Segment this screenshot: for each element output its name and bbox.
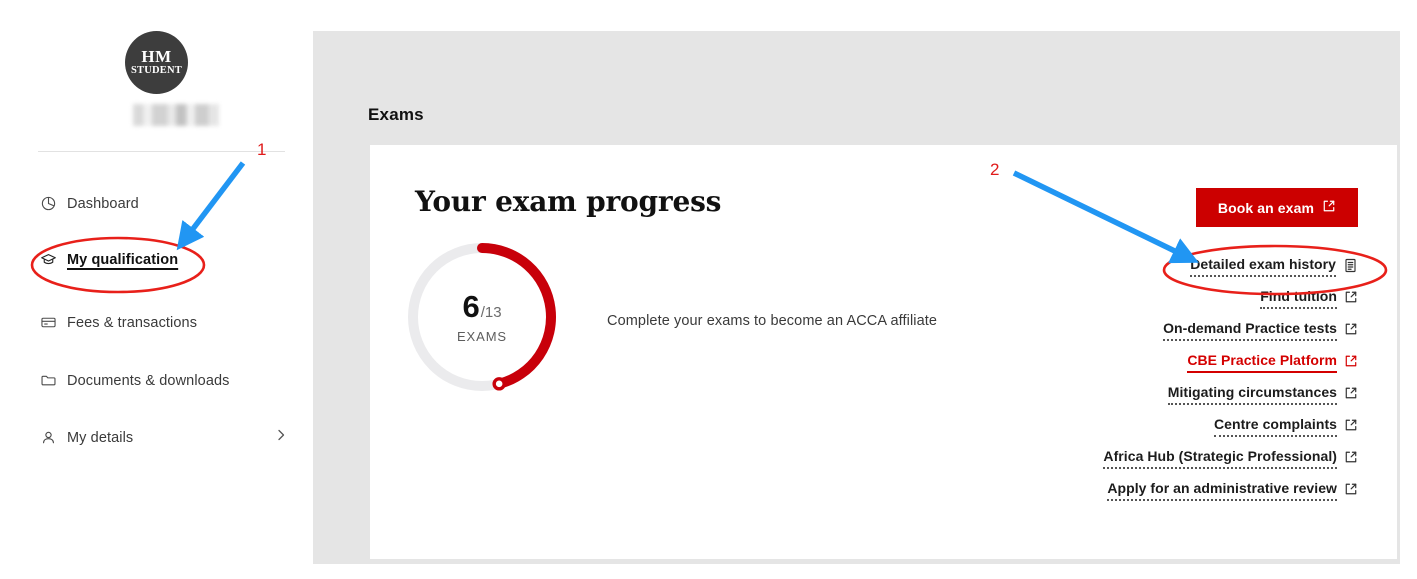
link-centre-complaints[interactable]: Centre complaints bbox=[1214, 416, 1358, 437]
link-label: Centre complaints bbox=[1214, 416, 1337, 437]
card-heading: Your exam progress bbox=[415, 185, 722, 218]
avatar-container: HM STUDENT bbox=[0, 31, 313, 94]
sidebar-item-my-details[interactable]: My details bbox=[40, 429, 133, 446]
progress-current-value: 6 bbox=[462, 288, 480, 324]
external-link-icon bbox=[1322, 199, 1336, 216]
sidebar-item-label: Documents & downloads bbox=[67, 372, 230, 389]
book-an-exam-label: Book an exam bbox=[1217, 199, 1314, 216]
avatar[interactable]: HM STUDENT bbox=[125, 31, 188, 94]
link-administrative-review[interactable]: Apply for an administrative review bbox=[1107, 480, 1358, 501]
external-link-icon bbox=[1344, 290, 1358, 307]
exam-progress-card: Your exam progress 6 /13 EXAMS Complete … bbox=[370, 145, 1397, 559]
document-list-icon bbox=[1343, 258, 1358, 276]
link-detailed-exam-history[interactable]: Detailed exam history bbox=[1190, 256, 1358, 277]
sidebar-item-label: My details bbox=[67, 429, 134, 446]
link-label: CBE Practice Platform bbox=[1187, 352, 1337, 373]
chevron-right-icon[interactable] bbox=[274, 428, 288, 442]
external-link-icon bbox=[1344, 386, 1358, 403]
sidebar-item-fees-transactions[interactable]: Fees & transactions bbox=[40, 314, 197, 331]
graduation-cap-icon bbox=[40, 251, 57, 268]
link-mitigating-circumstances[interactable]: Mitigating circumstances bbox=[1167, 384, 1358, 405]
external-link-icon bbox=[1344, 322, 1358, 339]
link-cbe-practice-platform[interactable]: CBE Practice Platform bbox=[1187, 352, 1358, 373]
link-label: Detailed exam history bbox=[1190, 256, 1336, 277]
annotation-number-1: 1 bbox=[257, 140, 267, 159]
person-icon bbox=[40, 429, 57, 446]
progress-ring-center-label: 6 /13 EXAMS bbox=[402, 237, 562, 397]
sidebar-divider bbox=[38, 151, 285, 152]
annotation-number-2: 2 bbox=[990, 160, 1000, 179]
pie-chart-icon bbox=[40, 195, 57, 212]
external-link-icon bbox=[1344, 482, 1358, 499]
sidebar-item-dashboard[interactable]: Dashboard bbox=[40, 195, 139, 212]
link-label: Africa Hub (Strategic Professional) bbox=[1103, 448, 1337, 469]
left-sidebar: HM STUDENT Dashboard My qualification Fe… bbox=[0, 0, 313, 579]
link-label: Apply for an administrative review bbox=[1107, 480, 1337, 501]
progress-unit-label: EXAMS bbox=[456, 328, 507, 344]
progress-count: 6 /13 bbox=[462, 291, 501, 322]
folder-icon bbox=[40, 372, 57, 389]
link-on-demand-practice-tests[interactable]: On-demand Practice tests bbox=[1163, 320, 1358, 341]
external-link-icon bbox=[1344, 418, 1358, 435]
page-title: Exams bbox=[368, 105, 424, 124]
avatar-initials: HM bbox=[141, 47, 172, 67]
sidebar-item-my-qualification[interactable]: My qualification bbox=[40, 251, 178, 268]
sidebar-item-label: Dashboard bbox=[67, 195, 139, 212]
progress-total-value: /13 bbox=[480, 303, 502, 321]
exam-progress-ring: 6 /13 EXAMS bbox=[402, 237, 562, 397]
external-link-icon bbox=[1344, 450, 1358, 467]
link-label: Find tuition bbox=[1260, 288, 1337, 309]
link-label: Mitigating circumstances bbox=[1167, 384, 1337, 405]
external-link-icon bbox=[1344, 354, 1358, 371]
avatar-role-label: STUDENT bbox=[131, 65, 182, 77]
link-africa-hub[interactable]: Africa Hub (Strategic Professional) bbox=[1103, 448, 1358, 469]
credit-card-icon bbox=[40, 314, 57, 331]
link-label: On-demand Practice tests bbox=[1163, 320, 1337, 341]
link-find-tuition[interactable]: Find tuition bbox=[1260, 288, 1358, 309]
quick-actions-column: Book an exam Detailed exam history Find … bbox=[938, 188, 1358, 501]
sidebar-item-label: My qualification bbox=[67, 251, 179, 268]
user-name-redacted bbox=[133, 104, 219, 126]
sidebar-item-documents-downloads[interactable]: Documents & downloads bbox=[40, 372, 230, 389]
book-an-exam-button[interactable]: Book an exam bbox=[1195, 188, 1358, 227]
progress-caption: Complete your exams to become an ACCA af… bbox=[607, 313, 938, 329]
sidebar-item-label: Fees & transactions bbox=[67, 314, 198, 331]
